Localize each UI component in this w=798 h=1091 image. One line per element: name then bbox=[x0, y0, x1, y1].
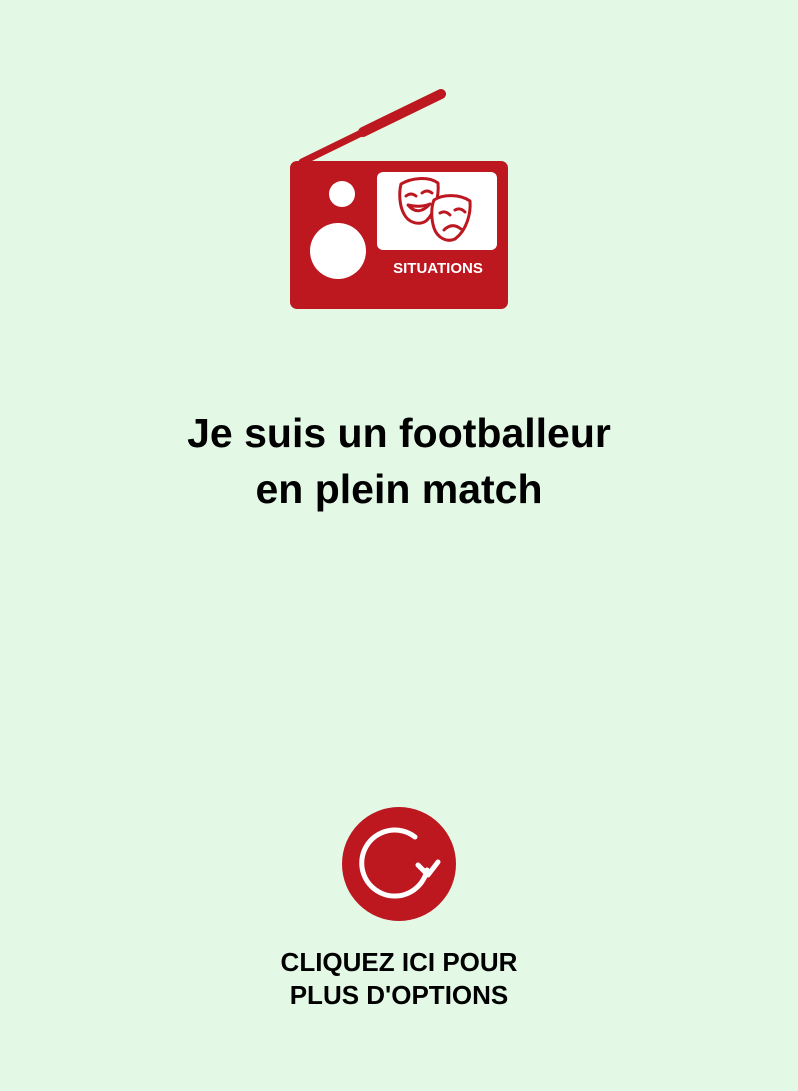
options-line-2: PLUS D'OPTIONS bbox=[289, 980, 509, 1010]
logo-label: SITUATIONS bbox=[393, 260, 483, 277]
refresh-button[interactable] bbox=[341, 806, 457, 922]
radio-theater-masks-icon bbox=[290, 89, 508, 309]
situation-text: Je suis un footballeur en plein match bbox=[0, 405, 798, 517]
options-line-1: CLIQUEZ ICI POUR bbox=[280, 947, 518, 977]
situation-line-1: Je suis un footballeur bbox=[187, 410, 611, 456]
radio-logo bbox=[288, 88, 512, 312]
situation-line-2: en plein match bbox=[255, 466, 543, 512]
options-link[interactable]: CLIQUEZ ICI POUR PLUS D'OPTIONS bbox=[0, 946, 798, 1012]
refresh-icon bbox=[342, 807, 456, 921]
